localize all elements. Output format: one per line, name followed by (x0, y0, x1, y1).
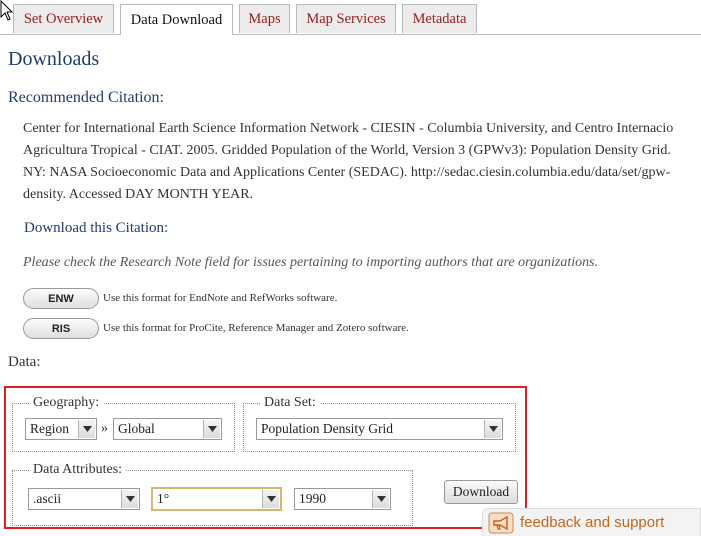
page-title: Downloads (8, 48, 100, 70)
resolution-select[interactable]: 1° (151, 487, 282, 511)
dataset-select[interactable]: Population Density Grid (256, 418, 503, 440)
tab-set-overview[interactable]: Set Overview (13, 4, 114, 33)
ris-description: Use this format for ProCite, Reference M… (103, 322, 409, 334)
ris-button[interactable]: RIS (23, 318, 99, 339)
tab-maps[interactable]: Maps (239, 4, 290, 33)
download-citation-heading: Download this Citation: (24, 220, 169, 236)
citation-line: density. Accessed DAY MONTH YEAR. (23, 187, 254, 202)
citation-text: Center for International Earth Science I… (23, 118, 673, 206)
enw-description: Use this format for EndNote and RefWorks… (103, 292, 338, 304)
year-value: 1990 (299, 491, 326, 506)
citation-line: NY: NASA Socioeconomic Data and Applicat… (23, 165, 671, 180)
tab-map-services[interactable]: Map Services (296, 4, 396, 33)
download-button[interactable]: Download (444, 480, 518, 504)
feedback-label: feedback and support (520, 514, 665, 531)
tab-data-download[interactable]: Data Download (120, 4, 233, 35)
dataset-value: Population Density Grid (261, 421, 393, 436)
chevron-down-icon (372, 490, 389, 508)
year-select[interactable]: 1990 (294, 488, 391, 510)
format-select[interactable]: .ascii (28, 488, 140, 510)
citation-note: Please check the Research Note field for… (23, 255, 599, 270)
feedback-widget[interactable]: feedback and support (482, 508, 701, 536)
tab-bar: Set Overview Data Download Maps Map Serv… (0, 0, 701, 35)
citation-line: Center for International Earth Science I… (23, 121, 674, 136)
geography-level-select[interactable]: Region (25, 418, 97, 440)
citation-heading: Recommended Citation: (8, 89, 164, 106)
megaphone-icon (486, 510, 516, 536)
citation-line: Agricultura Tropical - CIAT. 2005. Gridd… (23, 143, 671, 158)
geography-region-value: Global (118, 421, 155, 436)
format-value: .ascii (33, 491, 62, 506)
attributes-legend: Data Attributes: (29, 462, 127, 478)
geography-level-value: Region (30, 421, 69, 436)
chevron-down-icon (262, 490, 279, 508)
chevron-down-icon (121, 490, 138, 508)
geography-separator: » (101, 421, 108, 436)
mouse-cursor-icon (0, 0, 14, 21)
dataset-legend: Data Set: (260, 395, 320, 411)
enw-button[interactable]: ENW (23, 288, 99, 309)
chevron-down-icon (203, 420, 220, 438)
chevron-down-icon (484, 420, 501, 438)
resolution-value: 1° (157, 491, 170, 506)
geography-region-select[interactable]: Global (113, 418, 222, 440)
chevron-down-icon (78, 420, 95, 438)
tab-metadata[interactable]: Metadata (402, 4, 477, 33)
geography-legend: Geography: (29, 395, 104, 411)
data-heading: Data: (8, 354, 41, 370)
